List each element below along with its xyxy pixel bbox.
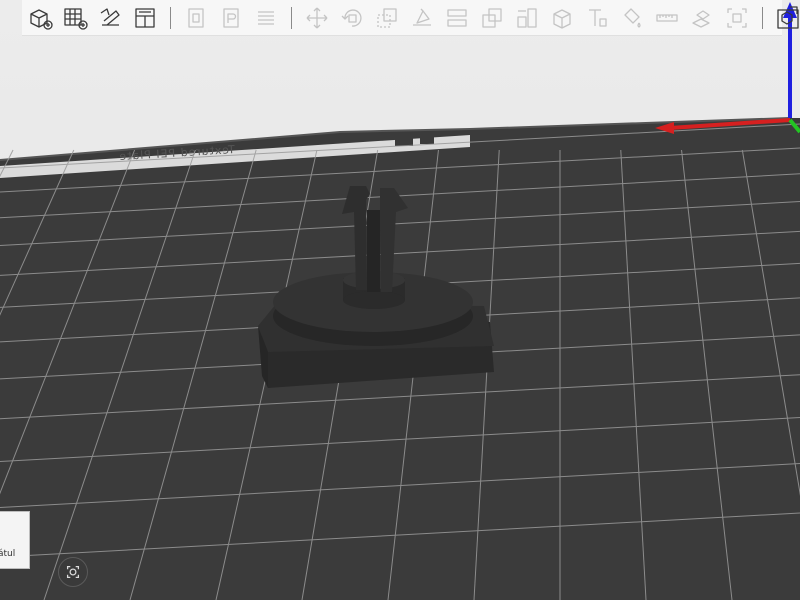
support-paint-icon [517, 7, 537, 28]
model-prong-slot [367, 210, 380, 292]
list-icon [258, 10, 274, 25]
view-cube-label: átul [0, 549, 16, 559]
ruler-icon [656, 13, 678, 22]
bed-logo [395, 136, 413, 146]
arrange-button[interactable] [129, 3, 161, 33]
lay-on-face-icon [413, 8, 431, 26]
add-object-button[interactable] [24, 3, 56, 33]
toolbar-separator [170, 6, 171, 29]
rotate-icon [341, 8, 362, 27]
layers-list-button[interactable] [250, 3, 282, 33]
color-paint-button[interactable] [616, 3, 648, 33]
measure-button[interactable] [651, 3, 683, 33]
rotate-button[interactable] [336, 3, 368, 33]
auto-orient-button[interactable] [94, 3, 126, 33]
assembly-icon [692, 9, 710, 28]
assembly-button[interactable] [686, 3, 718, 33]
seam-paint-icon [553, 8, 571, 29]
text-icon [589, 8, 607, 27]
p-page-icon [223, 7, 239, 28]
toolbar-separator [762, 6, 763, 29]
boolean-button[interactable] [476, 3, 508, 33]
plate-page-icon [188, 7, 204, 28]
cube-plus-icon [30, 8, 53, 30]
boolean-icon [482, 7, 502, 28]
model-post-bottom [343, 291, 405, 309]
toolbar-separator [291, 6, 292, 29]
split-view-button[interactable] [772, 3, 800, 33]
move-button[interactable] [301, 3, 333, 33]
scale-button[interactable] [371, 3, 403, 33]
grid-plus-icon [64, 7, 88, 30]
scale-icon [377, 7, 397, 28]
text-button[interactable] [581, 3, 613, 33]
cut-icon [447, 8, 467, 27]
bed-logo-2 [420, 134, 434, 144]
lay-on-face-button[interactable] [406, 3, 438, 33]
view-cube-face[interactable] [0, 511, 30, 569]
split-view-icon [777, 5, 799, 29]
orient-icon [100, 7, 120, 26]
recenter-button[interactable] [58, 557, 88, 587]
move-icon [306, 7, 328, 28]
recenter-icon [66, 565, 80, 579]
3d-viewport[interactable]: Textured PEI Plate átul [0, 0, 800, 600]
fit-view-button[interactable] [721, 3, 753, 33]
cut-button[interactable] [441, 3, 473, 33]
plate-settings-button[interactable] [180, 3, 212, 33]
view-cube[interactable]: átul [0, 511, 34, 573]
seam-paint-button[interactable] [546, 3, 578, 33]
arrange-icon [135, 7, 155, 28]
fit-view-icon [727, 7, 747, 28]
color-paint-icon [624, 7, 641, 28]
main-toolbar [22, 0, 799, 36]
scene-canvas[interactable]: Textured PEI Plate [0, 0, 800, 600]
add-plate-button[interactable] [59, 3, 91, 33]
support-paint-button[interactable] [511, 3, 543, 33]
process-settings-button[interactable] [215, 3, 247, 33]
